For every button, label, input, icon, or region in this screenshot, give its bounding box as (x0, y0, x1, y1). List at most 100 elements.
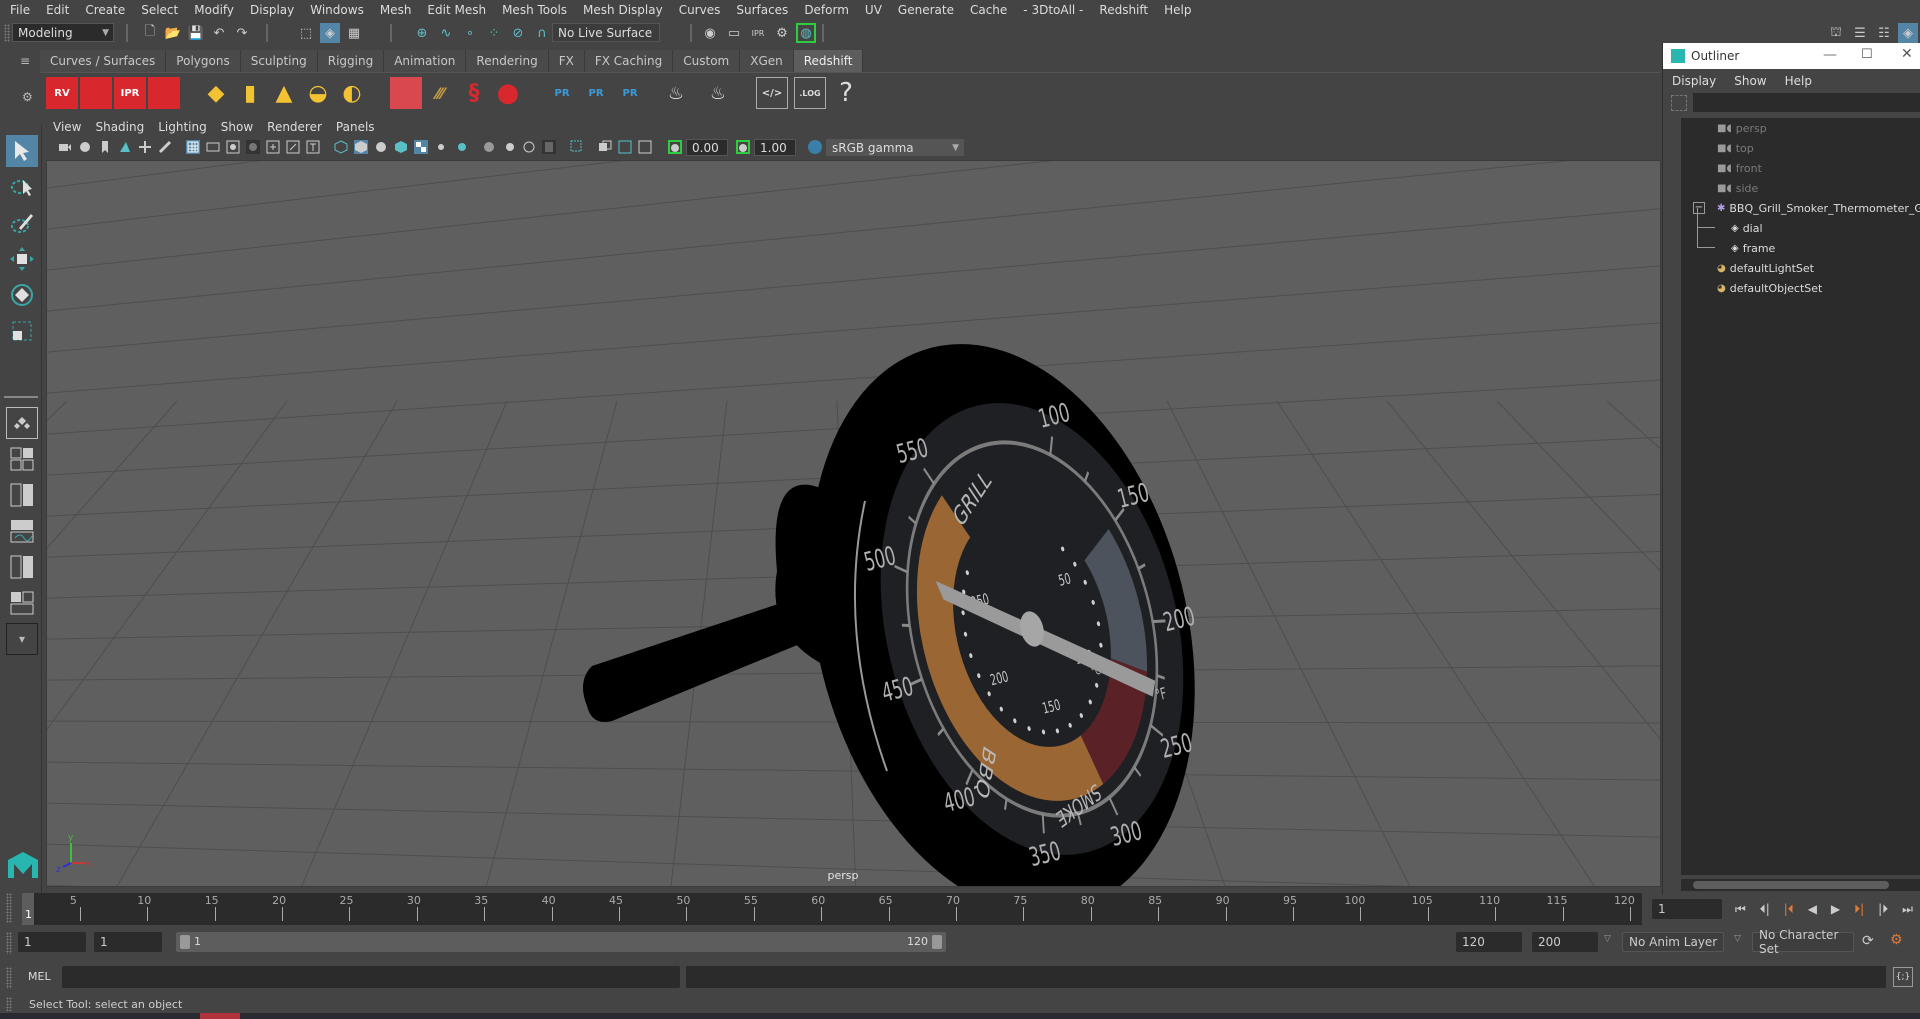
snap-to-grid-icon[interactable]: ⊕ (412, 23, 432, 43)
textured-icon[interactable] (414, 140, 428, 154)
menu-modify[interactable]: Modify (186, 3, 242, 17)
redo-icon[interactable]: ↷ (232, 23, 252, 43)
redshift-area-light-icon[interactable]: ▮ (234, 77, 266, 109)
redshift-pr-swap-icon[interactable]: PR (614, 77, 646, 109)
attribute-editor-icon[interactable]: ☰ (1850, 23, 1870, 43)
viewport-menu-show[interactable]: Show (214, 120, 260, 138)
menu-create[interactable]: Create (77, 3, 133, 17)
menu-redshift[interactable]: Redshift (1091, 3, 1156, 17)
shelf-tab-redshift[interactable]: Redshift (793, 50, 864, 72)
play-backwards-icon[interactable]: ◀ (1808, 902, 1817, 916)
menu-display[interactable]: Display (242, 3, 302, 17)
outliner-filter-icon[interactable] (1671, 95, 1687, 111)
menu-edit-mesh[interactable]: Edit Mesh (419, 3, 494, 17)
menu-windows[interactable]: Windows (302, 3, 372, 17)
outliner-scrollbar-thumb[interactable] (1693, 881, 1889, 889)
minimize-icon[interactable]: — (1823, 47, 1837, 63)
outliner-horizontal-scrollbar[interactable] (1681, 879, 1920, 891)
menu-edit[interactable]: Edit (38, 3, 77, 17)
rotate-tool-icon[interactable] (6, 279, 38, 311)
step-forward-frame-icon[interactable]: |⏵ (1878, 902, 1888, 917)
screen-space-ao-icon[interactable] (482, 140, 496, 154)
use-all-lights-icon[interactable] (434, 140, 448, 154)
anti-aliasing-icon[interactable] (522, 140, 536, 154)
hypershade-layout-icon[interactable] (6, 551, 38, 583)
bookmarks-icon[interactable] (98, 140, 112, 154)
outliner-item[interactable]: ■◖ front (1717, 158, 1762, 178)
step-forward-key-icon[interactable]: ⏵| (1854, 902, 1864, 917)
outliner-persp-layout-icon[interactable] (6, 479, 38, 511)
menu-set-dropdown[interactable]: Modeling ▼ (12, 23, 114, 42)
redshift-ipr-icon[interactable]: IPR (114, 77, 146, 109)
ipr-render-icon[interactable]: IPR (748, 23, 768, 43)
image-plane-icon[interactable] (118, 140, 132, 154)
menu-select[interactable]: Select (133, 3, 186, 17)
go-to-start-icon[interactable]: ⏮ (1735, 902, 1746, 917)
scale-tool-icon[interactable] (6, 315, 38, 347)
snap-to-point-icon[interactable]: ∘ (460, 23, 480, 43)
outliner-menu-display[interactable]: Display (1663, 74, 1725, 88)
range-slider[interactable]: 1 120 (176, 932, 946, 952)
end-options-chevron-icon[interactable]: ▽ (1604, 934, 1611, 944)
outliner-search-input[interactable] (1693, 93, 1920, 112)
time-slider[interactable]: 1 5 10 15 20 25 30 35 40 45 50 55 60 65 70 75 80 85 90 95 1… (22, 893, 1642, 925)
snap-to-surface-icon[interactable]: ∩ (532, 23, 552, 43)
menu-mesh-display[interactable]: Mesh Display (575, 3, 671, 17)
view-transform-dropdown[interactable]: sRGB gamma ▼ (826, 139, 964, 156)
select-camera-icon[interactable] (58, 140, 72, 154)
shelf-settings-icon[interactable]: ⚙ (22, 90, 36, 104)
redshift-hair-icon[interactable]: ⁄⁄⁄ (424, 77, 456, 109)
more-layouts-icon[interactable]: ▾ (6, 623, 38, 655)
depth-of-field-icon[interactable] (542, 140, 556, 154)
select-by-component-icon[interactable]: ▦ (344, 23, 364, 43)
live-surface-field[interactable]: No Live Surface (552, 23, 660, 42)
redshift-rv-icon[interactable]: RV (46, 77, 78, 109)
exposure-icon[interactable] (668, 140, 682, 154)
shelf-tab-fx[interactable]: FX (548, 50, 585, 72)
outliner-menu-show[interactable]: Show (1725, 74, 1775, 88)
go-to-end-icon[interactable]: ⏭ (1902, 902, 1913, 917)
gamma-field[interactable]: 1.00 (754, 139, 796, 156)
grid-toggle-icon[interactable] (186, 140, 200, 154)
safe-title-icon[interactable] (306, 140, 320, 154)
smooth-shade-icon[interactable] (354, 140, 368, 154)
time-slider-grip[interactable] (6, 893, 12, 923)
perspective-viewport[interactable]: 100150200250300350400450500550 501001502… (46, 160, 1661, 887)
menu-surfaces[interactable]: Surfaces (728, 3, 796, 17)
menu-mesh[interactable]: Mesh (372, 3, 420, 17)
gate-mask-icon[interactable] (246, 140, 260, 154)
redshift-material-ball-icon[interactable]: ● (492, 77, 524, 109)
outliner-item[interactable]: ■◖ side (1717, 178, 1758, 198)
safe-action-icon[interactable] (286, 140, 300, 154)
play-forwards-icon[interactable]: ▶ (1831, 902, 1840, 916)
xray-joints-icon[interactable] (638, 140, 652, 154)
redshift-pr-object-icon[interactable]: PR (546, 77, 578, 109)
camera-attributes-icon[interactable] (78, 140, 92, 154)
select-by-hierarchy-icon[interactable]: ⬚ (296, 23, 316, 43)
outliner-item[interactable]: ■◖ top (1717, 138, 1754, 158)
script-editor-icon[interactable]: {;} (1893, 967, 1913, 987)
render-frame-icon[interactable]: ▭ (724, 23, 744, 43)
shelf-tab-animation[interactable]: Animation (384, 50, 467, 72)
redshift-spot-light-icon[interactable]: ▲ (268, 77, 300, 109)
redshift-dome-light-icon[interactable]: ◒ (302, 77, 334, 109)
single-perspective-view-icon[interactable] (6, 407, 38, 439)
playback-end-field[interactable]: 120 (1456, 932, 1522, 952)
field-chart-icon[interactable] (266, 140, 280, 154)
shelf-tab-custom[interactable]: Custom (673, 50, 741, 72)
shelf-tab-sculpting[interactable]: Sculpting (240, 50, 318, 72)
redshift-proxy-icon[interactable] (390, 77, 422, 109)
redshift-pr-export-icon[interactable]: PR (580, 77, 612, 109)
select-by-object-icon[interactable]: ◈ (320, 23, 340, 43)
shelf-tab-polygons[interactable]: Polygons (166, 50, 241, 72)
animation-preferences-icon[interactable]: ⚙ (1890, 932, 1903, 948)
viewport-menu-renderer[interactable]: Renderer (260, 120, 329, 138)
command-language-label[interactable]: MEL (28, 970, 51, 983)
step-back-frame-icon[interactable]: ⏴| (1760, 902, 1770, 917)
wireframe-icon[interactable] (334, 140, 348, 154)
outliner-item[interactable]: ◈ frame (1697, 228, 1775, 258)
tool-settings-icon[interactable]: ☷ (1874, 23, 1894, 43)
anim-layer-chevron-icon[interactable]: ▽ (1734, 934, 1741, 944)
four-view-layout-icon[interactable] (6, 443, 38, 475)
paint-select-tool-icon[interactable] (6, 207, 38, 239)
